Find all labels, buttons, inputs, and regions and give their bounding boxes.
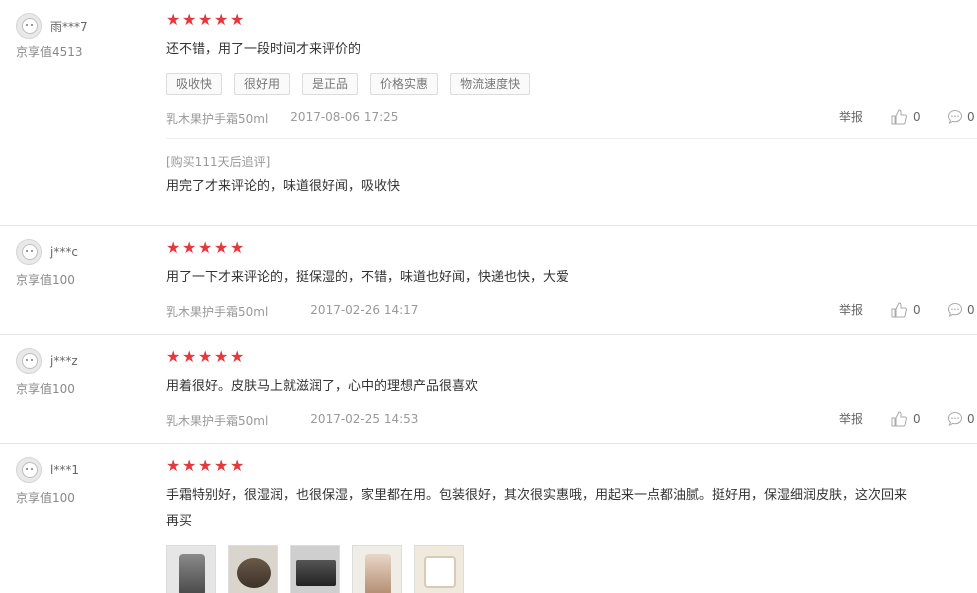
star-rating: ★ ★ ★ ★ ★ xyxy=(166,238,245,257)
star-icon: ★ xyxy=(230,10,245,29)
star-icon: ★ xyxy=(166,238,181,257)
thumb-up-icon xyxy=(891,301,907,317)
star-icon: ★ xyxy=(182,347,197,366)
review-content: 还不错，用了一段时间才来评价的 xyxy=(166,42,362,57)
star-icon: ★ xyxy=(182,10,197,29)
username: l***1 xyxy=(50,463,79,477)
star-icon: ★ xyxy=(166,456,181,475)
avatar xyxy=(16,239,42,265)
review-photo[interactable] xyxy=(414,545,464,593)
username: j***c xyxy=(50,245,78,259)
reply-count: 0 xyxy=(967,302,975,317)
avatar xyxy=(16,13,42,39)
star-rating: ★ ★ ★ ★ ★ xyxy=(166,456,245,475)
reply-button[interactable]: 0 xyxy=(947,302,975,318)
like-button[interactable]: 0 xyxy=(891,301,947,318)
review-tag: 物流速度快 xyxy=(450,73,531,95)
star-icon: ★ xyxy=(198,347,213,366)
review-tag: 是正品 xyxy=(302,73,359,95)
reply-button[interactable]: 0 xyxy=(947,109,975,125)
review-content: 用了一下才来评论的，挺保湿的，不错，味道也好闻，快递也快，大爱 xyxy=(166,270,570,285)
report-link[interactable]: 举报 xyxy=(839,108,891,125)
avatar xyxy=(16,457,42,483)
reply-count: 0 xyxy=(967,109,975,124)
reply-count: 0 xyxy=(967,411,975,426)
review-meta: 乳木果护手霜50ml 2017-08-06 17:25 xyxy=(166,110,398,127)
review-photos xyxy=(166,545,464,593)
review-tag: 价格实惠 xyxy=(370,73,439,95)
thumb-up-icon xyxy=(891,108,907,124)
star-icon: ★ xyxy=(198,10,213,29)
avatar xyxy=(16,348,42,374)
user-level: 京享值100 xyxy=(16,273,75,287)
review-date: 2017-02-26 14:17 xyxy=(310,303,419,317)
review-tag: 吸收快 xyxy=(166,73,223,95)
reply-button[interactable]: 0 xyxy=(947,411,975,427)
like-count: 0 xyxy=(913,302,921,317)
star-icon: ★ xyxy=(214,238,229,257)
review-content: 用着很好。皮肤马上就滋润了，心中的理想产品很喜欢 xyxy=(166,379,479,394)
star-icon: ★ xyxy=(166,347,181,366)
star-icon: ★ xyxy=(198,238,213,257)
review-tag: 很好用 xyxy=(234,73,291,95)
review-actions: 举报 0 0 xyxy=(839,410,975,427)
star-icon: ★ xyxy=(230,456,245,475)
like-count: 0 xyxy=(913,411,921,426)
star-icon: ★ xyxy=(214,347,229,366)
review-item: l***1 京享值100 ★ ★ ★ ★ ★ 手霜特别好，很湿润，也很保湿，家里… xyxy=(0,444,977,593)
star-icon: ★ xyxy=(182,456,197,475)
review-item: j***z 京享值100 ★ ★ ★ ★ ★ 用着很好。皮肤马上就滋润了，心中的… xyxy=(0,335,977,444)
star-icon: ★ xyxy=(166,10,181,29)
review-meta: 乳木果护手霜50ml 2017-02-26 14:17 xyxy=(166,303,418,320)
review-photo[interactable] xyxy=(290,545,340,593)
comment-icon xyxy=(947,411,963,426)
report-link[interactable]: 举报 xyxy=(839,410,891,427)
comment-icon xyxy=(947,109,963,124)
like-button[interactable]: 0 xyxy=(891,410,947,427)
review-item: 雨***7 京享值4513 ★ ★ ★ ★ ★ 还不错，用了一段时间才来评价的 … xyxy=(0,0,977,226)
append-review-content: 用完了才来评论的，味道很好闻，吸收快 xyxy=(166,179,401,194)
report-link[interactable]: 举报 xyxy=(839,301,891,318)
comment-icon xyxy=(947,302,963,317)
star-icon: ★ xyxy=(230,238,245,257)
review-photo[interactable] xyxy=(166,545,216,593)
review-photo[interactable] xyxy=(228,545,278,593)
review-content-line: 再买 xyxy=(166,514,193,529)
review-tags: 吸收快 很好用 是正品 价格实惠 物流速度快 xyxy=(166,73,531,95)
review-date: 2017-08-06 17:25 xyxy=(290,110,399,124)
product-spec: 乳木果护手霜50ml xyxy=(166,414,269,428)
review-content: 手霜特别好，很湿润，也很保湿，家里都在用。包装很好，其次很实惠哦，用起来一点都油… xyxy=(166,483,966,535)
username: 雨***7 xyxy=(50,19,88,34)
user-info: j***z xyxy=(16,348,78,374)
star-rating: ★ ★ ★ ★ ★ xyxy=(166,10,245,29)
like-count: 0 xyxy=(913,109,921,124)
review-photo[interactable] xyxy=(352,545,402,593)
star-icon: ★ xyxy=(230,347,245,366)
user-info: 雨***7 xyxy=(16,13,88,39)
user-info: l***1 xyxy=(16,457,79,483)
user-level: 京享值100 xyxy=(16,382,75,396)
star-icon: ★ xyxy=(214,456,229,475)
star-rating: ★ ★ ★ ★ ★ xyxy=(166,347,245,366)
review-content-line: 手霜特别好，很湿润，也很保湿，家里都在用。包装很好，其次很实惠哦，用起来一点都油… xyxy=(166,488,908,503)
review-date: 2017-02-25 14:53 xyxy=(310,412,419,426)
star-icon: ★ xyxy=(198,456,213,475)
review-item: j***c 京享值100 ★ ★ ★ ★ ★ 用了一下才来评论的，挺保湿的，不错… xyxy=(0,226,977,335)
review-actions: 举报 0 0 xyxy=(839,108,975,125)
append-review-label: [购买111天后追评] xyxy=(166,155,271,169)
product-spec: 乳木果护手霜50ml xyxy=(166,112,269,126)
review-actions: 举报 0 0 xyxy=(839,301,975,318)
product-spec: 乳木果护手霜50ml xyxy=(166,305,269,319)
thumb-up-icon xyxy=(891,410,907,426)
like-button[interactable]: 0 xyxy=(891,108,947,125)
divider xyxy=(166,138,977,139)
star-icon: ★ xyxy=(214,10,229,29)
review-meta: 乳木果护手霜50ml 2017-02-25 14:53 xyxy=(166,412,418,429)
user-level: 京享值100 xyxy=(16,491,75,505)
user-level: 京享值4513 xyxy=(16,45,83,59)
star-icon: ★ xyxy=(182,238,197,257)
username: j***z xyxy=(50,354,78,368)
user-info: j***c xyxy=(16,239,78,265)
